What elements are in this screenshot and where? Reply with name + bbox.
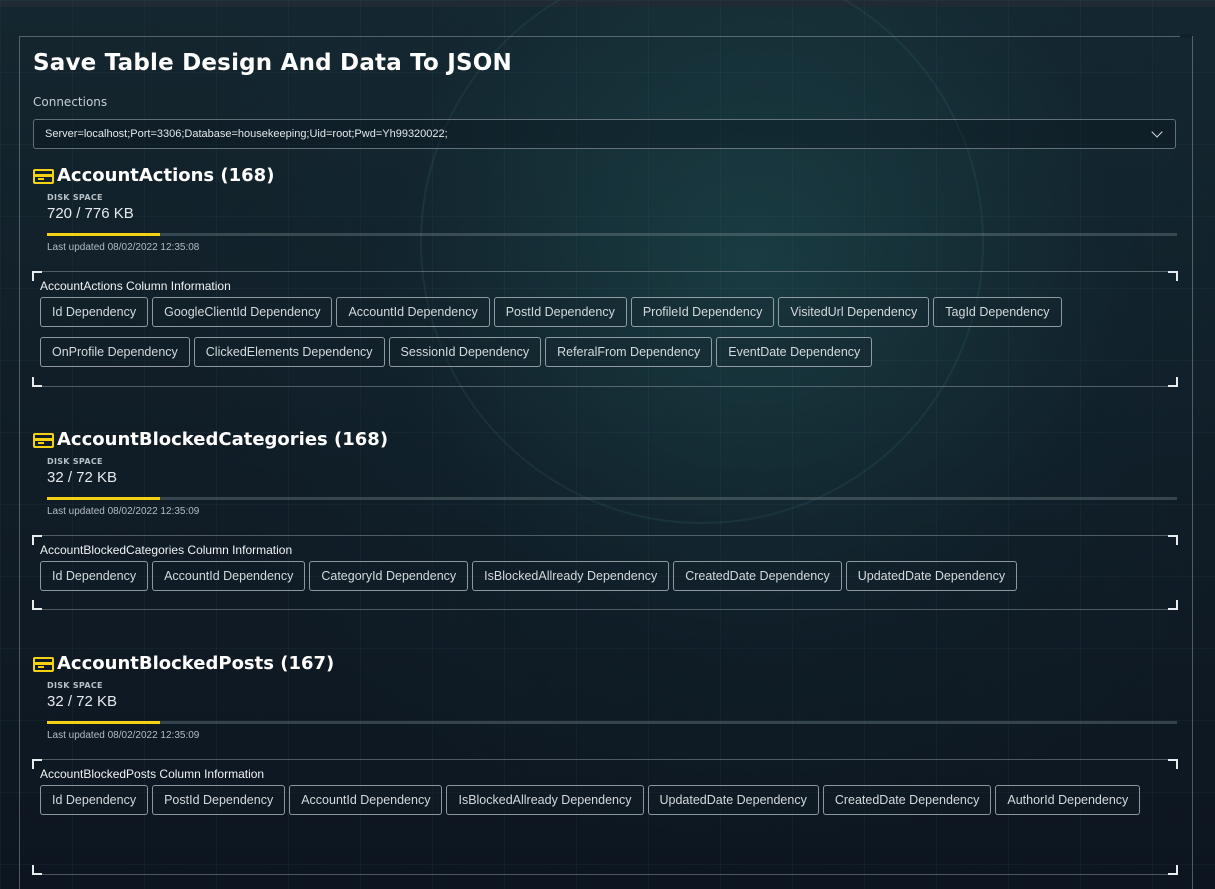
credit-card-icon [33, 657, 54, 672]
column-chip[interactable]: CreatedDate Dependency [673, 561, 842, 591]
table-name: AccountActions (168) [57, 165, 275, 186]
column-chip[interactable]: OnProfile Dependency [40, 337, 190, 367]
last-updated: Last updated 08/02/2022 12:35:09 [47, 730, 200, 741]
table-name: AccountBlockedCategories (168) [57, 429, 389, 450]
disk-space-bar [47, 497, 1177, 500]
disk-space-bar [47, 233, 1177, 236]
column-info-title: AccountBlockedPosts Column Information [40, 767, 265, 781]
top-strip [0, 0, 1215, 7]
last-updated: Last updated 08/02/2022 12:35:08 [47, 242, 200, 253]
connections-label: Connections [33, 95, 108, 109]
table-name: AccountBlockedPosts (167) [57, 653, 335, 674]
frame-notch [1180, 34, 1192, 38]
column-chip[interactable]: ClickedElements Dependency [193, 337, 385, 367]
disk-space-label: DISK SPACE [47, 681, 103, 690]
column-chip[interactable]: AccountId Dependency [336, 297, 490, 327]
column-chip[interactable]: Id Dependency [40, 785, 149, 815]
column-chip[interactable]: IsBlockedAllready Dependency [446, 785, 644, 815]
connection-select-value: Server=localhost;Port=3306;Database=hous… [45, 128, 448, 140]
column-chip-list: Id Dependency AccountId Dependency Categor… [40, 561, 1160, 591]
last-updated: Last updated 08/02/2022 12:35:09 [47, 506, 200, 517]
disk-space-bar-fill [47, 721, 160, 724]
column-chip[interactable]: AccountId Dependency [152, 561, 306, 591]
column-chip[interactable]: SessionId Dependency [388, 337, 542, 367]
chevron-down-icon [1151, 126, 1163, 138]
column-chip[interactable]: ReferalFrom Dependency [545, 337, 713, 367]
column-chip[interactable]: TagId Dependency [933, 297, 1062, 327]
column-info-title: AccountActions Column Information [40, 279, 231, 293]
column-chip[interactable]: PostId Dependency [152, 785, 286, 815]
connection-select[interactable]: Server=localhost;Port=3306;Database=hous… [33, 119, 1176, 149]
disk-space-label: DISK SPACE [47, 457, 103, 466]
column-info-title: AccountBlockedCategories Column Informat… [40, 543, 293, 557]
column-info-box: AccountActions Column Information Id Dep… [32, 271, 1178, 387]
credit-card-icon [33, 433, 54, 448]
column-info-box: AccountBlockedPosts Column Information I… [32, 759, 1178, 875]
column-chip[interactable]: CreatedDate Dependency [822, 785, 992, 815]
disk-space-bar-fill [47, 233, 160, 236]
column-chip[interactable]: Id Dependency [40, 561, 149, 591]
column-chip[interactable]: GoogleClientId Dependency [152, 297, 333, 327]
column-chip[interactable]: ProfileId Dependency [630, 297, 775, 327]
column-chip[interactable]: EventDate Dependency [716, 337, 873, 367]
column-chip[interactable]: VisitedUrl Dependency [778, 297, 930, 327]
column-chip[interactable]: CategoryId Dependency [309, 561, 469, 591]
column-chip[interactable]: PostId Dependency [493, 297, 627, 327]
column-info-box: AccountBlockedCategories Column Informat… [32, 535, 1178, 610]
column-chip[interactable]: IsBlockedAllready Dependency [472, 561, 670, 591]
page-title: Save Table Design And Data To JSON [33, 50, 512, 76]
disk-space-bar-fill [47, 497, 160, 500]
disk-space-value: 32 / 72 KB [47, 469, 118, 486]
column-chip[interactable]: AccountId Dependency [289, 785, 443, 815]
column-chip-list: Id Dependency PostId Dependency AccountId … [40, 785, 1160, 815]
column-chip-list: Id Dependency GoogleClientId Dependency Ac… [40, 297, 1160, 367]
column-chip[interactable]: AuthorId Dependency [995, 785, 1141, 815]
disk-space-value: 32 / 72 KB [47, 693, 118, 710]
column-chip[interactable]: UpdatedDate Dependency [647, 785, 819, 815]
disk-space-label: DISK SPACE [47, 193, 103, 202]
credit-card-icon [33, 169, 54, 184]
disk-space-value: 720 / 776 KB [47, 205, 134, 222]
column-chip[interactable]: Id Dependency [40, 297, 149, 327]
column-chip[interactable]: UpdatedDate Dependency [845, 561, 1018, 591]
disk-space-bar [47, 721, 1177, 724]
